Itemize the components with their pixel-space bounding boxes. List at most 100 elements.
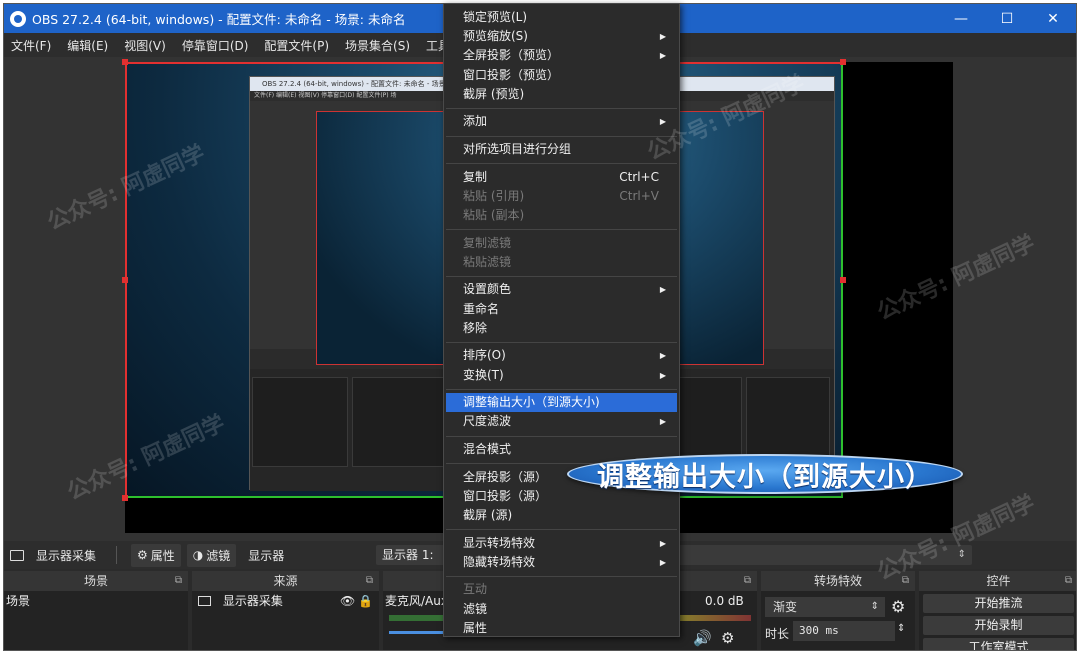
context-menu-item: 粘贴 (引用) Ctrl+V (444, 187, 679, 206)
menu-item-label: 重命名 (463, 301, 500, 316)
undock-icon[interactable]: ⧉ (744, 571, 751, 591)
maximize-button[interactable]: ☐ (984, 4, 1030, 33)
submenu-arrow-icon: ▶ (659, 370, 666, 380)
context-menu-item[interactable]: 变换(T) ▶ (444, 366, 679, 385)
speaker-icon[interactable]: 🔊 (693, 629, 712, 647)
submenu-arrow-icon: ▶ (659, 417, 666, 427)
mixer-track-name: 麦克风/Aux (385, 594, 448, 608)
callout-bubble: 调整输出大小（到源大小） (567, 454, 963, 494)
resize-handle[interactable] (122, 59, 128, 65)
context-menu-item: 复制滤镜 (444, 234, 679, 253)
context-menu-item[interactable]: 排序(O) ▶ (444, 346, 679, 365)
submenu-arrow-icon: ▶ (659, 351, 666, 361)
monitor-icon (198, 596, 211, 606)
context-menu-item[interactable]: 移除 (444, 319, 679, 338)
context-menu-item[interactable]: 属性 (444, 619, 679, 638)
filters-button[interactable]: ◑ 滤镜 (186, 543, 237, 567)
minimize-button[interactable]: — (938, 4, 984, 33)
menu-profile[interactable]: 配置文件(P) (257, 37, 338, 54)
eye-icon[interactable]: 👁 (340, 591, 355, 611)
undock-icon[interactable]: ⧉ (175, 571, 182, 591)
menu-item-label: 复制 (463, 169, 488, 184)
menu-docks[interactable]: 停靠窗口(D) (175, 37, 258, 54)
menu-scene-collection[interactable]: 场景集合(S) (338, 37, 419, 54)
start-recording-button[interactable]: 开始录制 (923, 616, 1074, 635)
menu-item-label: 粘贴滤镜 (463, 254, 512, 269)
scene-list-item[interactable]: 场景 (4, 591, 188, 611)
studio-mode-button[interactable]: 工作室模式 (923, 638, 1074, 650)
close-button[interactable]: ✕ (1030, 4, 1076, 33)
display-label: 显示器 (248, 548, 285, 563)
transition-type: 渐变 (773, 600, 798, 614)
context-menu-item[interactable]: 截屏 (源) (444, 506, 679, 525)
gear-icon[interactable]: ⚙ (721, 629, 734, 647)
menu-item-label: 添加 (463, 114, 488, 129)
menu-item-label: 截屏 (预览) (463, 86, 525, 101)
context-menu-item[interactable]: 预览缩放(S) ▶ (444, 27, 679, 46)
menu-item-label: 预览缩放(S) (463, 29, 528, 44)
transitions-header: 转场特效 (813, 574, 862, 588)
properties-label: 属性 (150, 548, 175, 563)
resize-handle[interactable] (840, 59, 846, 65)
toolbar-divider (116, 546, 118, 564)
controls-dock: 控件 ⧉ 开始推流 开始录制 工作室模式 (919, 571, 1076, 650)
context-menu-item: 粘贴滤镜 (444, 253, 679, 272)
filter-icon: ◑ (192, 548, 204, 562)
spin-arrows-icon[interactable]: ⇕ (897, 623, 905, 634)
menu-separator (446, 576, 677, 578)
submenu-arrow-icon: ▶ (659, 51, 666, 61)
context-menu-item[interactable]: 显示转场特效 ▶ (444, 534, 679, 553)
resize-handle[interactable] (840, 277, 846, 283)
menu-separator (446, 342, 677, 344)
undock-icon[interactable]: ⧉ (366, 571, 373, 591)
menu-view[interactable]: 视图(V) (117, 37, 175, 54)
menu-item-label: 窗口投影（预览） (463, 67, 560, 82)
start-streaming-button[interactable]: 开始推流 (923, 594, 1074, 613)
submenu-arrow-icon: ▶ (659, 557, 666, 567)
scenes-dock: 场景 ⧉ 场景 (4, 571, 188, 650)
source-name-label: 显示器采集 (36, 548, 97, 563)
menu-item-label: 尺度滤波 (463, 414, 512, 429)
menu-file[interactable]: 文件(F) (4, 37, 60, 54)
context-menu-item[interactable]: 截屏 (预览) (444, 85, 679, 104)
menu-edit[interactable]: 编辑(E) (60, 37, 117, 54)
duration-label: 时长 (765, 627, 790, 641)
context-menu-item[interactable]: 重命名 (444, 300, 679, 319)
resize-handle[interactable] (122, 277, 128, 283)
menu-separator (446, 163, 677, 165)
source-list-item[interactable]: 显示器采集 👁 🔒 (192, 591, 379, 611)
menu-item-label: 全屏投影（预览） (463, 48, 560, 63)
context-menu-item[interactable]: 锁定预览(L) (444, 8, 679, 27)
context-menu-item[interactable]: 设置颜色 ▶ (444, 280, 679, 299)
context-menu-item[interactable]: 窗口投影（预览） (444, 66, 679, 85)
submenu-arrow-icon: ▶ (659, 285, 666, 295)
menu-shortcut: Ctrl+C (619, 169, 659, 184)
context-menu-item[interactable]: 复制 Ctrl+C (444, 168, 679, 187)
context-menu-item[interactable]: 添加 ▶ (444, 112, 679, 131)
menu-item-label: 复制滤镜 (463, 235, 512, 250)
scenes-header: 场景 (83, 574, 108, 588)
properties-button[interactable]: ⚙ 属性 (131, 543, 181, 567)
lock-icon[interactable]: 🔒 (358, 591, 373, 611)
menu-item-label: 设置颜色 (463, 282, 512, 297)
transition-select[interactable]: 渐变 ⇕ (765, 597, 885, 617)
gear-icon[interactable]: ⚙ (891, 597, 905, 616)
context-menu-item[interactable]: 隐藏转场特效 ▶ (444, 553, 679, 572)
source-name: 显示器采集 (10, 547, 96, 564)
context-menu: 锁定预览(L) 预览缩放(S) ▶ 全屏投影（预览） ▶ 窗口投影（预览） 截屏 (预览) 添… (443, 3, 680, 637)
menu-item-label: 显示转场特效 (463, 535, 536, 550)
controls-header: 控件 (986, 574, 1011, 588)
context-menu-item: 粘贴 (副本) (444, 206, 679, 225)
resize-handle[interactable] (122, 495, 128, 501)
context-menu-item[interactable]: 滤镜 (444, 600, 679, 619)
context-menu-item[interactable]: 调整输出大小（到源大小) (446, 393, 677, 413)
undock-icon[interactable]: ⧉ (1065, 571, 1072, 591)
menu-item-label: 对所选项目进行分组 (463, 142, 572, 156)
context-menu-item: 互动 (444, 580, 679, 599)
menu-separator (446, 276, 677, 278)
context-menu-item[interactable]: 全屏投影（预览） ▶ (444, 46, 679, 65)
menu-separator (446, 435, 677, 437)
submenu-arrow-icon: ▶ (659, 538, 666, 548)
submenu-arrow-icon: ▶ (659, 32, 666, 42)
duration-input[interactable]: 300 ms (793, 621, 895, 641)
